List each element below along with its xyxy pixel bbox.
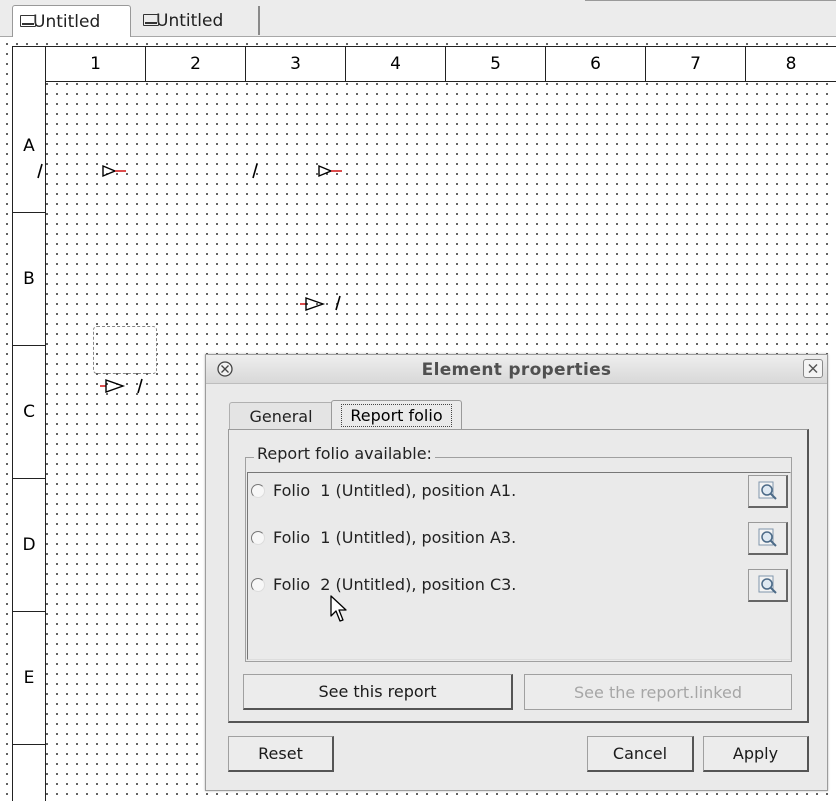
- see-linked-report-button[interactable]: See the report.linked: [524, 674, 792, 710]
- magnifier-icon: [758, 481, 777, 500]
- folio-list: Folio 1 (Untitled), position A1. Folio 1…: [247, 472, 791, 660]
- tab-label: Untitled: [33, 11, 101, 32]
- row-label: C: [13, 346, 45, 479]
- magnifier-icon: [758, 575, 777, 594]
- folio-label[interactable]: Folio 1 (Untitled), position A1.: [273, 481, 516, 500]
- report-folio-arrow[interactable]: [300, 296, 326, 312]
- close-icon[interactable]: [803, 359, 823, 378]
- selected-element-box[interactable]: [93, 326, 157, 374]
- column-label: 1: [46, 47, 146, 81]
- cancel-button[interactable]: Cancel: [587, 736, 694, 772]
- tab-report-folio[interactable]: Report folio: [331, 400, 462, 429]
- divider: [585, 0, 836, 1]
- header-corner: [12, 47, 46, 81]
- tab-label: Untitled: [156, 10, 224, 31]
- row-label: B: [13, 213, 45, 346]
- folio-tab-bar: Untitled Untitled: [0, 0, 836, 37]
- selected-report-folio-arrow[interactable]: [100, 378, 126, 394]
- see-this-report-button[interactable]: See this report: [243, 674, 513, 710]
- report-label-slash[interactable]: [334, 294, 344, 312]
- find-button[interactable]: [748, 522, 788, 555]
- folio-radio[interactable]: [251, 578, 265, 592]
- report-label-slash[interactable]: [136, 377, 146, 395]
- folio-radio[interactable]: [251, 484, 265, 498]
- column-label: 3: [246, 47, 346, 81]
- column-label: 7: [646, 47, 746, 81]
- column-label: 5: [446, 47, 546, 81]
- group-title: Report folio available:: [254, 444, 435, 463]
- find-button[interactable]: [748, 569, 788, 602]
- folio-label[interactable]: Folio 1 (Untitled), position A3.: [273, 528, 516, 547]
- report-folio-arrow[interactable]: [101, 164, 127, 178]
- list-item[interactable]: Folio 1 (Untitled), position A3.: [248, 522, 790, 556]
- dialog-title: Element properties: [421, 360, 612, 380]
- folio-radio[interactable]: [251, 531, 265, 545]
- tab-general-label: General: [249, 406, 313, 426]
- column-header: 1 2 3 4 5 6 7 8: [12, 46, 836, 82]
- tab-general[interactable]: General: [229, 402, 333, 429]
- tab-report-folio-label: Report folio: [341, 403, 452, 427]
- report-label-slash[interactable]: [36, 162, 46, 180]
- column-label: 8: [785, 54, 797, 74]
- apply-button[interactable]: Apply: [703, 736, 809, 772]
- magnifier-icon: [758, 528, 777, 547]
- element-properties-dialog: Element properties General Report folio …: [205, 354, 828, 791]
- column-label: 6: [546, 47, 646, 81]
- folio-icon: [143, 13, 159, 26]
- report-folio-arrow[interactable]: [317, 164, 343, 178]
- folio-icon: [20, 14, 36, 27]
- dialog-titlebar[interactable]: Element properties: [206, 355, 827, 384]
- row-header: A B C D E: [12, 80, 46, 801]
- find-button[interactable]: [748, 475, 788, 508]
- mouse-cursor-icon: [330, 595, 350, 627]
- row-label: A: [13, 80, 45, 213]
- tab-folio-1[interactable]: Untitled: [12, 5, 131, 37]
- column-label: 4: [346, 47, 446, 81]
- folio-label[interactable]: Folio 2 (Untitled), position C3.: [273, 575, 516, 594]
- report-label-slash[interactable]: [251, 162, 261, 180]
- list-item[interactable]: Folio 1 (Untitled), position A1.: [248, 475, 790, 509]
- reset-button[interactable]: Reset: [228, 736, 334, 772]
- row-label: D: [13, 479, 45, 612]
- tab-folio-2[interactable]: Untitled: [136, 6, 260, 35]
- column-label: 2: [146, 47, 246, 81]
- row-label: E: [13, 612, 45, 745]
